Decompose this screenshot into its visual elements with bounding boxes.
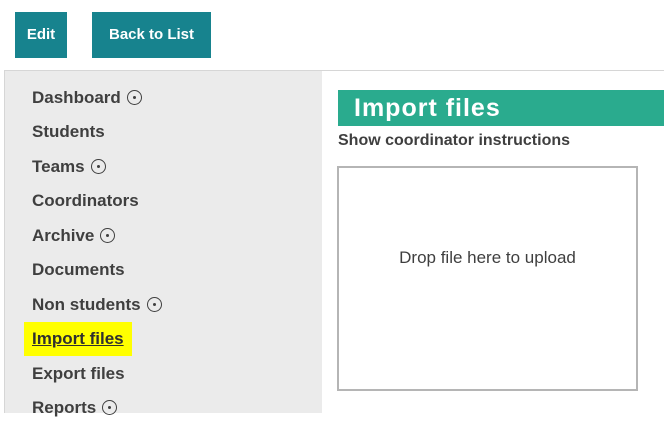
sidebar-item-label: Coordinators — [32, 191, 139, 210]
sidebar-item-label: Non students — [32, 295, 141, 314]
sidebar-item-teams[interactable]: Teams — [32, 154, 106, 180]
sidebar: Dashboard Students Teams Coordinators Ar… — [4, 70, 322, 417]
expand-circle-icon[interactable] — [146, 297, 162, 312]
sidebar-item-label: Reports — [32, 398, 97, 417]
expand-circle-icon[interactable] — [100, 228, 116, 243]
sidebar-item-students[interactable]: Students — [32, 119, 105, 145]
show-instructions-link[interactable]: Show coordinator instructions — [338, 130, 570, 152]
sidebar-item-label: Archive — [32, 226, 95, 245]
expand-circle-icon[interactable] — [126, 90, 142, 105]
sidebar-item-label: Students — [32, 122, 105, 141]
back-to-list-button[interactable]: Back to List — [92, 12, 211, 58]
sidebar-item-dashboard[interactable]: Dashboard — [32, 85, 142, 111]
edit-button[interactable]: Edit — [15, 12, 67, 58]
sidebar-item-label: Documents — [32, 260, 125, 279]
content-divider — [322, 70, 664, 71]
sidebar-item-label: Import files — [32, 329, 124, 348]
page-title: Import files — [338, 90, 664, 126]
file-dropzone[interactable]: Drop file here to upload — [337, 166, 638, 391]
sidebar-item-coordinators[interactable]: Coordinators — [32, 188, 139, 214]
sidebar-item-export-files[interactable]: Export files — [32, 361, 125, 387]
sidebar-item-label: Dashboard — [32, 88, 121, 107]
sidebar-item-import-files[interactable]: Import files — [24, 322, 132, 356]
sidebar-item-label: Export files — [32, 364, 125, 383]
dropzone-label: Drop file here to upload — [399, 248, 576, 267]
sidebar-item-label: Teams — [32, 157, 85, 176]
expand-circle-icon[interactable] — [90, 159, 106, 174]
sidebar-item-archive[interactable]: Archive — [32, 223, 116, 249]
sidebar-item-documents[interactable]: Documents — [32, 257, 125, 283]
sidebar-item-non-students[interactable]: Non students — [32, 292, 162, 318]
sidebar-item-reports[interactable]: Reports — [32, 395, 118, 421]
